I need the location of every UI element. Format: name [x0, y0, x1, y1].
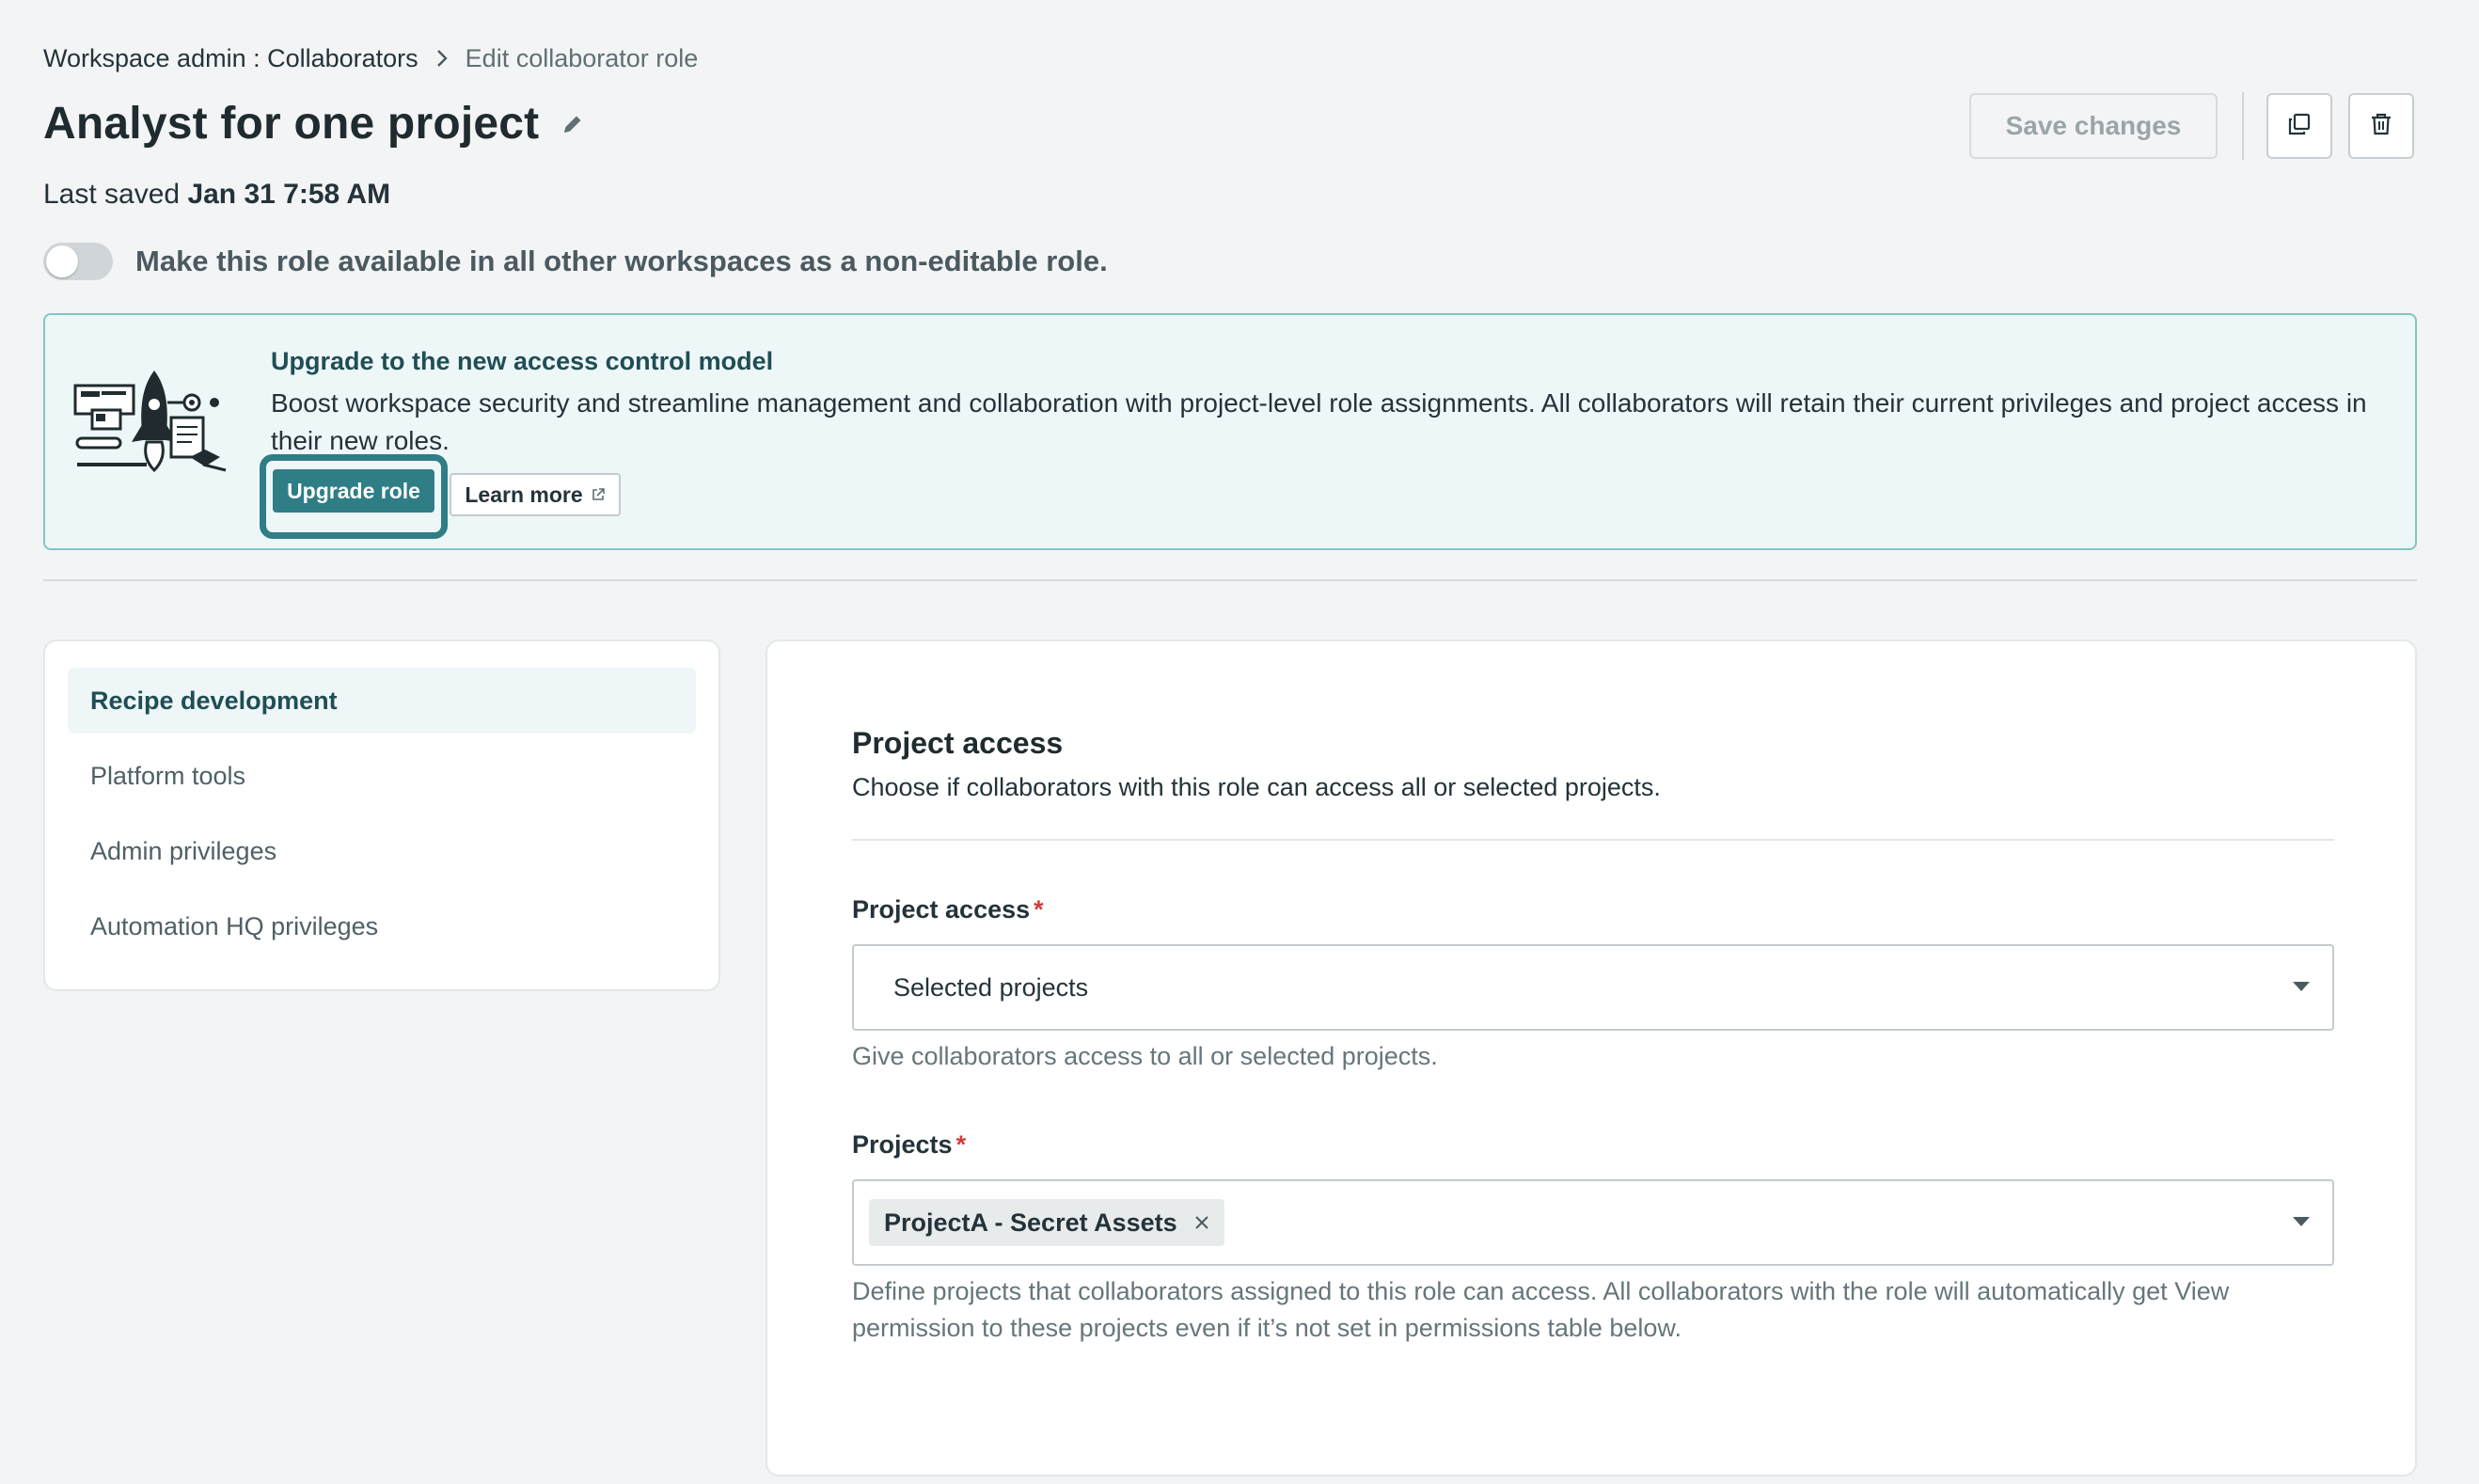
- page-title: Analyst for one project: [43, 99, 540, 149]
- sidebar-item-automation-hq-privileges[interactable]: Automation HQ privileges: [68, 893, 696, 959]
- trash-icon: [2370, 112, 2392, 141]
- projects-label-text: Projects: [852, 1130, 953, 1159]
- duplicate-role-button[interactable]: [2266, 93, 2332, 159]
- title-row: Analyst for one project: [43, 98, 586, 150]
- permissions-sidebar: Recipe development Platform tools Admin …: [43, 639, 720, 991]
- project-tag: ProjectA - Secret Assets: [869, 1199, 1224, 1246]
- projects-multiselect[interactable]: ProjectA - Secret Assets: [852, 1179, 2334, 1266]
- sidebar-item-recipe-development[interactable]: Recipe development: [68, 668, 696, 734]
- required-mark: *: [955, 1130, 967, 1159]
- caret-down-icon: [2293, 982, 2310, 991]
- projects-help: Define projects that collaborators assig…: [852, 1277, 2230, 1342]
- project-access-label-text: Project access: [852, 895, 1031, 924]
- chevron-right-icon: [432, 48, 452, 69]
- section-divider: [43, 579, 2417, 581]
- external-link-icon: [591, 487, 606, 502]
- pencil-icon[interactable]: [560, 111, 586, 137]
- last-saved: Last saved Jan 31 7:58 AM: [43, 179, 390, 211]
- upgrade-banner: Upgrade to the new access control model …: [43, 313, 2417, 550]
- projects-label: Projects *: [852, 1130, 966, 1160]
- project-access-help: Give collaborators access to all or sele…: [852, 1042, 1438, 1070]
- project-tag-label: ProjectA - Secret Assets: [884, 1208, 1177, 1237]
- sidebar-item-platform-tools[interactable]: Platform tools: [68, 743, 696, 809]
- project-access-select[interactable]: Selected projects: [852, 944, 2334, 1031]
- required-mark: *: [1034, 895, 1044, 924]
- banner-text: Boost workspace security and streamline …: [271, 388, 2367, 455]
- toggle-knob: [46, 245, 78, 277]
- project-access-value: Selected projects: [893, 972, 1089, 1002]
- breadcrumb: Workspace admin : Collaborators Edit col…: [43, 41, 698, 75]
- section-subtitle: Choose if collaborators with this role c…: [852, 773, 1661, 801]
- section-divider: [852, 839, 2334, 841]
- rocket-illustration: [73, 367, 235, 476]
- last-saved-value: Jan 31 7:58 AM: [187, 179, 391, 210]
- caret-down-icon: [2293, 1217, 2310, 1226]
- learn-more-button[interactable]: Learn more: [450, 473, 621, 516]
- sidebar-item-admin-privileges[interactable]: Admin privileges: [68, 818, 696, 884]
- header-divider: [2242, 92, 2244, 160]
- upgrade-role-button[interactable]: Upgrade role: [273, 469, 434, 513]
- close-icon[interactable]: [1192, 1213, 1211, 1232]
- banner-title: Upgrade to the new access control model: [271, 347, 774, 375]
- breadcrumb-parent-link[interactable]: Workspace admin : Collaborators: [43, 44, 418, 73]
- project-access-label: Project access *: [852, 895, 1044, 924]
- availability-toggle[interactable]: [43, 243, 113, 280]
- copy-icon: [2287, 112, 2312, 141]
- section-title: Project access: [852, 726, 1064, 760]
- breadcrumb-current: Edit collaborator role: [465, 43, 699, 72]
- save-changes-button[interactable]: Save changes: [1969, 93, 2218, 159]
- last-saved-label: Last saved: [43, 179, 181, 210]
- learn-more-label: Learn more: [465, 482, 583, 507]
- project-access-panel: Project access Choose if collaborators w…: [766, 639, 2417, 1476]
- delete-role-button[interactable]: [2348, 93, 2414, 159]
- availability-toggle-label: Make this role available in all other wo…: [135, 245, 1108, 277]
- availability-toggle-row: Make this role available in all other wo…: [43, 243, 1108, 280]
